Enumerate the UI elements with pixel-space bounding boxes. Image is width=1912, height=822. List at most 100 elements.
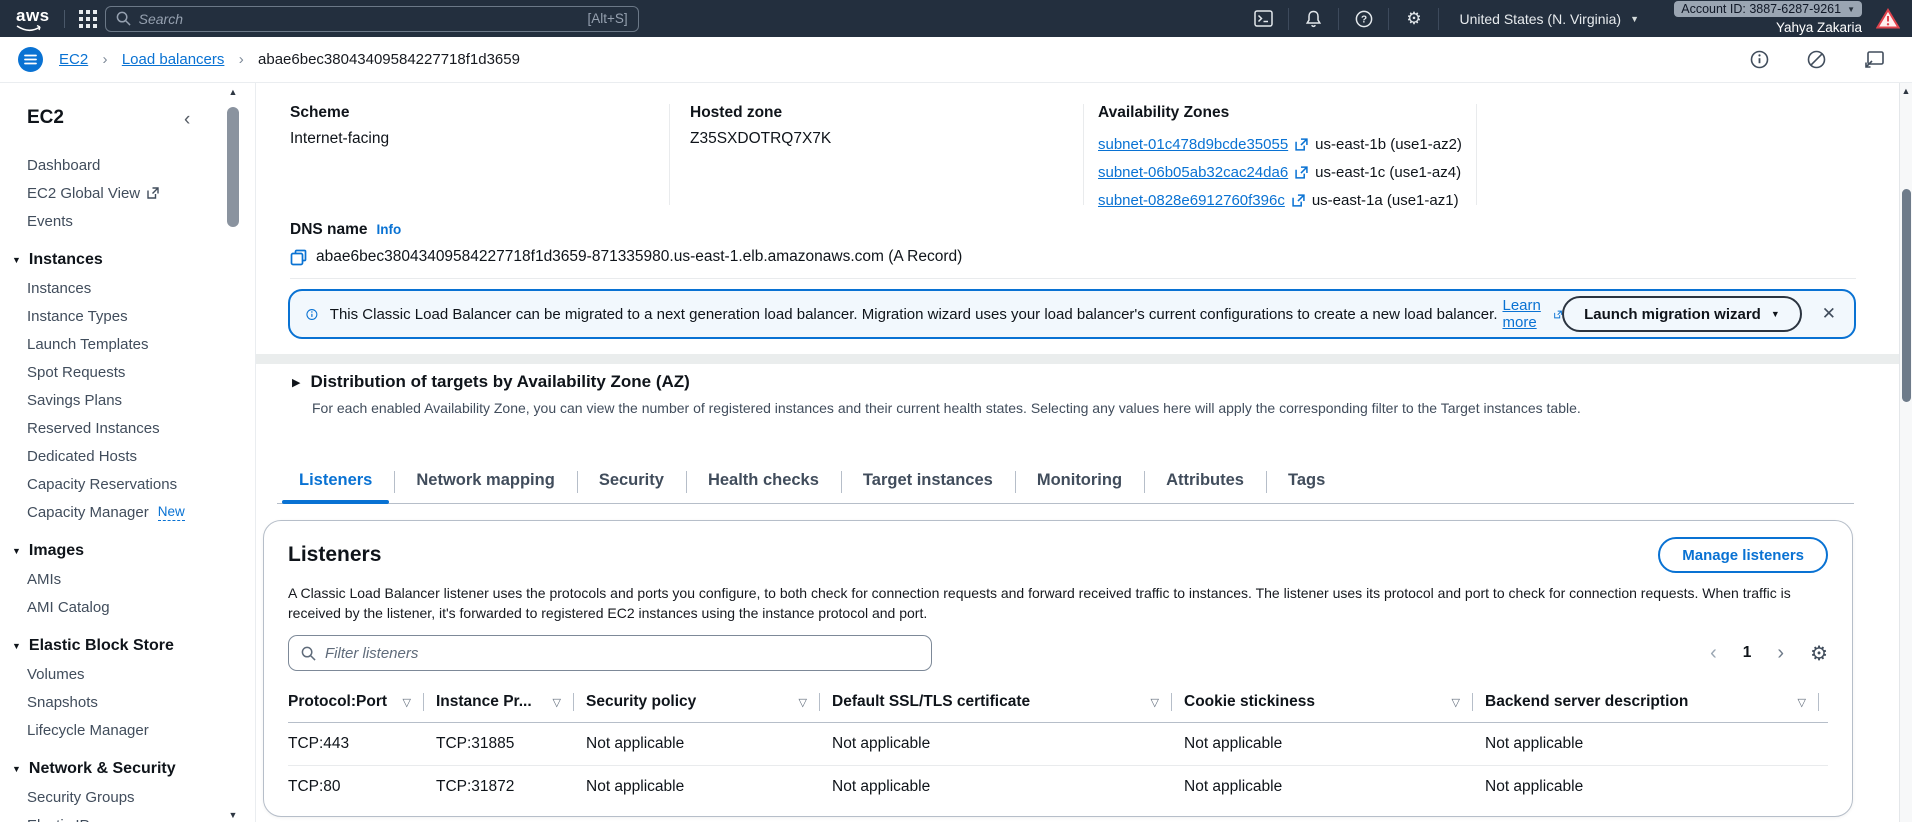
services-grid-icon[interactable] [78,9,97,28]
sidebar-item-ami-catalog[interactable]: AMI Catalog [27,593,255,621]
cell-backend-description: Not applicable [1485,778,1584,795]
table-row[interactable]: TCP:443 TCP:31885 Not applicable Not app… [288,723,1828,766]
filter-listeners-input[interactable] [325,644,919,662]
sidebar-section-elastic-block-store[interactable]: ▼ Elastic Block Store [12,632,255,660]
breadcrumb-link-load-balancers[interactable]: Load balancers [122,51,225,68]
sidebar-item-security-groups[interactable]: Security Groups [27,783,255,811]
table-settings-gear-icon[interactable]: ⚙ [1810,641,1828,666]
tab-tags[interactable]: Tags [1265,461,1347,503]
split-panel-icon[interactable] [1864,50,1884,69]
sidebar-collapse-button[interactable]: ‹ [184,109,190,131]
sidebar-item-dedicated-hosts[interactable]: Dedicated Hosts [27,442,255,470]
sidebar-item-events[interactable]: Events [27,207,255,235]
sidebar-item-ec2-global-view[interactable]: EC2 Global View [27,179,255,207]
notifications-bell-icon[interactable] [1288,7,1338,30]
filter-icon[interactable]: ▽ [1452,696,1460,709]
sidebar-item-spot-requests[interactable]: Spot Requests [27,358,255,386]
filter-listeners-field[interactable] [288,635,932,671]
global-search[interactable]: [Alt+S] [104,5,639,32]
launch-migration-wizard-button[interactable]: Launch migration wizard ▼ [1562,296,1802,332]
sidebar-item-reserved-instances[interactable]: Reserved Instances [27,414,255,442]
subnet-link[interactable]: subnet-06b05ab32cac24da6 [1098,164,1288,181]
copy-icon[interactable] [290,249,307,266]
filter-icon[interactable]: ▽ [403,696,411,709]
listeners-table: Protocol:Port ▽ Instance Pr... ▽ Security … [288,681,1828,808]
info-link[interactable]: Info [377,222,402,237]
previous-page-button[interactable]: ‹ [1710,642,1717,665]
top-navigation-bar: aws [Alt+S] ? ⚙ United States (N. Virgin… [0,0,1912,37]
breadcrumb-link-ec2[interactable]: EC2 [59,51,88,68]
menu-toggle-button[interactable] [18,47,43,72]
user-name[interactable]: Yahya Zakaria [1776,20,1862,35]
tab-listeners[interactable]: Listeners [277,461,394,504]
column-label: Protocol:Port [288,693,388,710]
tab-health-checks[interactable]: Health checks [685,461,841,503]
sidebar-item-label: Dashboard [27,156,101,174]
subnet-link[interactable]: subnet-0828e6912760f396c [1098,192,1285,209]
sidebar-item-capacity-manager[interactable]: Capacity Manager New [27,498,255,526]
account-id-badge[interactable]: Account ID: 3887-6287-9261 ▼ [1674,1,1862,17]
details-empty-column [1476,104,1852,205]
filter-icon[interactable]: ▽ [1151,696,1159,709]
manage-listeners-button[interactable]: Manage listeners [1658,537,1828,573]
distribution-section: ▶ Distribution of targets by Availabilit… [256,364,1912,416]
sidebar-item-label: Instance Types [27,307,128,325]
sidebar-item-instances[interactable]: Instances [27,274,255,302]
subnet-link[interactable]: subnet-01c478d9bcde35055 [1098,136,1288,153]
page-scrollbar-thumb[interactable] [1902,189,1911,402]
sidebar-item-elastic-ips[interactable]: Elastic IPs [27,811,255,822]
sidebar-item-snapshots[interactable]: Snapshots [27,688,255,716]
filter-icon[interactable]: ▽ [1798,696,1806,709]
help-icon[interactable]: ? [1338,7,1388,30]
distribution-expand-toggle[interactable]: ▶ Distribution of targets by Availabilit… [292,372,1912,392]
sidebar-item-label: EC2 Global View [27,184,141,202]
sidebar-section-images[interactable]: ▼ Images [12,537,255,565]
scroll-down-arrow[interactable]: ▼ [226,810,240,820]
next-page-button[interactable]: › [1777,642,1784,665]
gear-glyph: ⚙ [1406,8,1422,28]
chevron-down-icon: ▼ [1770,309,1780,319]
sidebar-item-volumes[interactable]: Volumes [27,660,255,688]
svg-text:?: ? [1361,14,1367,25]
sidebar: EC2 ‹ Dashboard EC2 Global View Events ▼… [0,83,256,822]
sidebar-scrollbar-thumb[interactable] [227,107,239,227]
sidebar-item-launch-templates[interactable]: Launch Templates [27,330,255,358]
sidebar-item-label: AMI Catalog [27,598,110,616]
column-label: Security policy [586,693,697,710]
global-search-input[interactable] [138,10,580,27]
sidebar-item-savings-plans[interactable]: Savings Plans [27,386,255,414]
aws-logo[interactable]: aws [16,5,50,33]
settings-gear-icon[interactable]: ⚙ [1388,7,1438,30]
filter-icon[interactable]: ▽ [553,696,561,709]
cloudshell-icon[interactable] [1238,8,1288,30]
sidebar-section-instances[interactable]: ▼ Instances [12,246,255,274]
scroll-up-arrow[interactable]: ▲ [226,87,240,97]
table-row[interactable]: TCP:80 TCP:31872 Not applicable Not appl… [288,766,1828,808]
sidebar-item-label: Security Groups [27,788,135,806]
tab-target-instances[interactable]: Target instances [840,461,1015,503]
sidebar-section-network-security[interactable]: ▼ Network & Security [12,755,255,783]
table-controls: ‹ 1 › ⚙ [288,635,1828,671]
load-balancer-details: Scheme Internet-facing Hosted zone Z35SX… [256,83,1912,354]
sidebar-item-instance-types[interactable]: Instance Types [27,302,255,330]
info-icon[interactable] [1750,50,1769,69]
tab-security[interactable]: Security [576,461,686,503]
sidebar-item-dashboard[interactable]: Dashboard [27,151,255,179]
learn-more-link[interactable]: Learn more [1502,297,1550,331]
scroll-up-arrow[interactable]: ▲ [1900,83,1912,96]
section-divider [290,278,1856,279]
circle-slash-icon[interactable] [1807,50,1826,69]
sidebar-item-amis[interactable]: AMIs [27,565,255,593]
breadcrumb-bar: EC2 › Load balancers › abae6bec380434095… [0,37,1912,83]
tab-network-mapping[interactable]: Network mapping [394,461,576,503]
tab-monitoring[interactable]: Monitoring [1014,461,1144,503]
filter-icon[interactable]: ▽ [799,696,807,709]
caret-down-icon: ▼ [12,641,21,651]
account-id-label: Account ID: 3887-6287-9261 [1681,2,1842,16]
section-gap [256,354,1912,364]
sidebar-item-lifecycle-manager[interactable]: Lifecycle Manager [27,716,255,744]
close-icon[interactable]: ✕ [1822,304,1836,324]
tab-attributes[interactable]: Attributes [1144,461,1266,503]
sidebar-item-capacity-reservations[interactable]: Capacity Reservations [27,470,255,498]
region-selector[interactable]: United States (N. Virginia) ▼ [1438,7,1659,30]
